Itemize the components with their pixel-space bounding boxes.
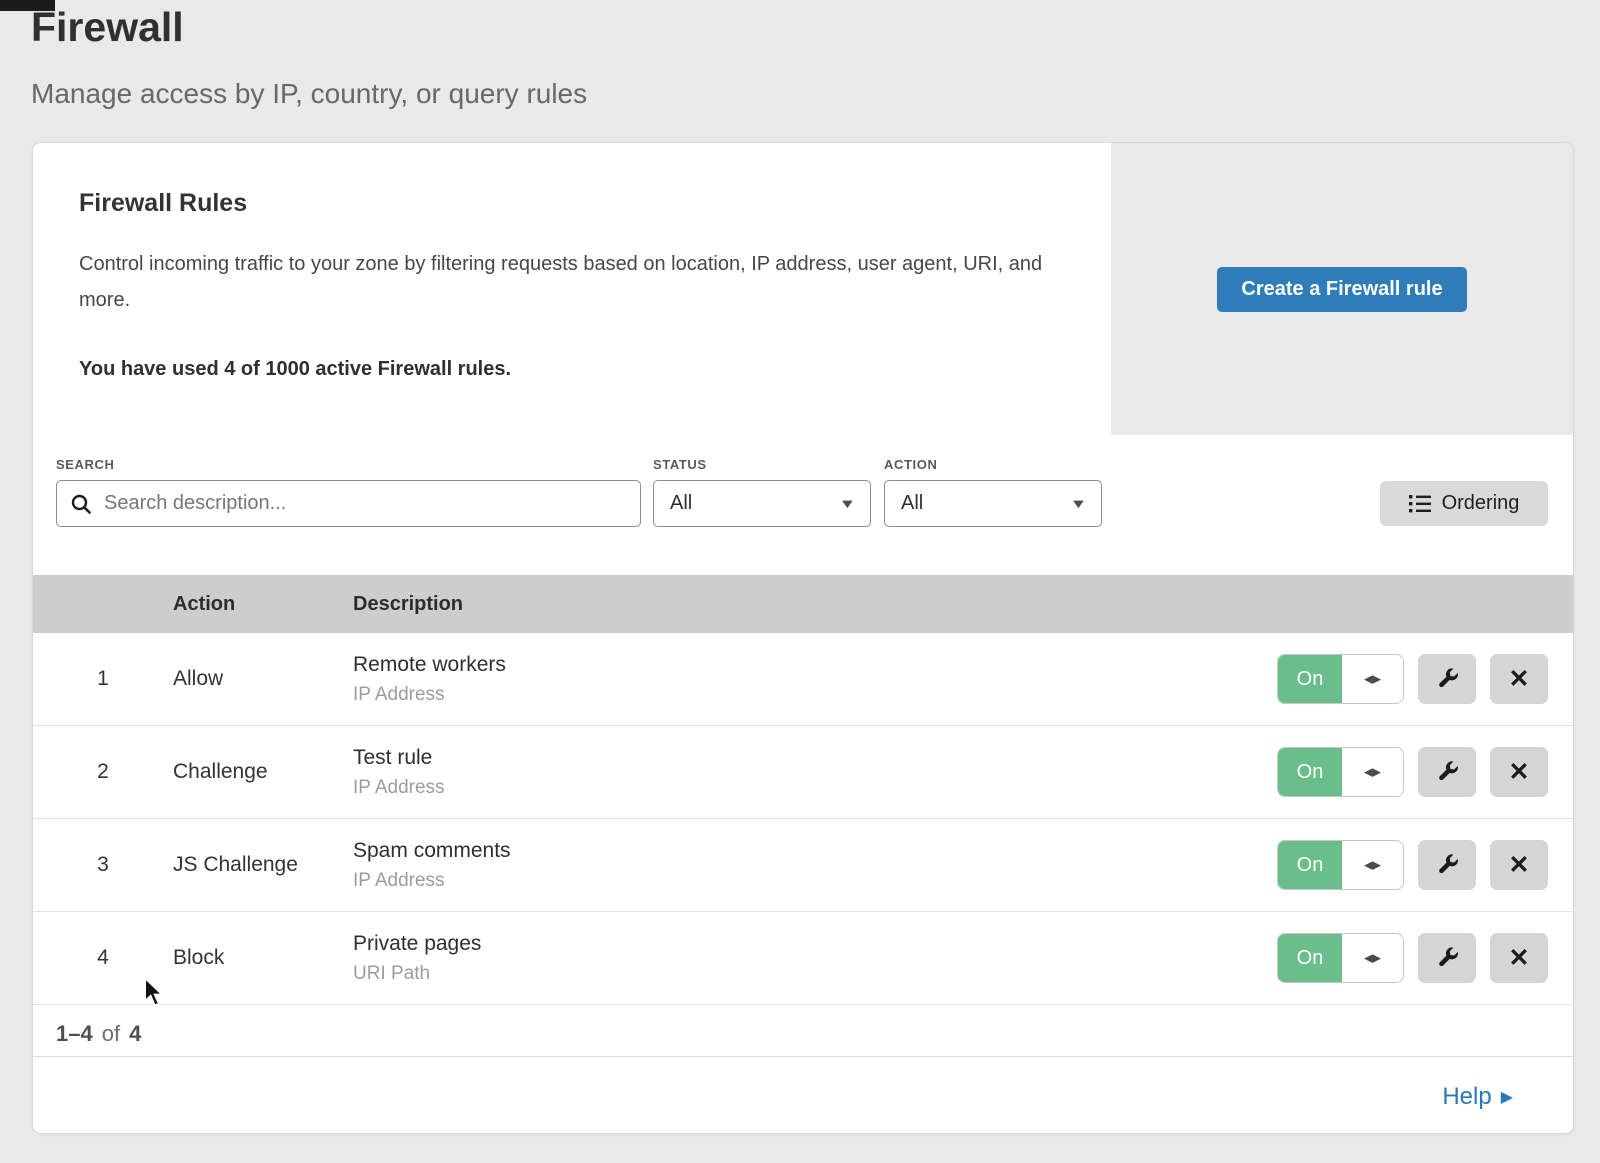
rule-enabled-toggle[interactable]: On ◂▸ [1277,654,1404,704]
rule-description: Remote workers [353,653,1277,677]
table-row: 4 Block Private pages URI Path On ◂▸ ✕ [33,912,1573,1005]
action-column-header: Action [173,593,353,616]
card-description: Control incoming traffic to your zone by… [79,246,1044,318]
rule-description: Private pages [353,932,1277,956]
rule-match-type: IP Address [353,870,1277,892]
rule-match-type: URI Path [353,963,1277,985]
status-select-value: All [670,492,692,515]
card-footer: Help ▶ [33,1056,1573,1133]
status-label: STATUS [653,457,707,472]
toggle-on-label[interactable]: On [1278,934,1342,982]
rule-controls: On ◂▸ ✕ [1277,840,1573,890]
close-icon: ✕ [1509,943,1530,973]
rule-description-cell: Test rule IP Address [353,746,1277,799]
close-icon: ✕ [1509,850,1530,880]
pagination: 1–4 of 4 [56,1012,141,1056]
action-select-value: All [901,492,923,515]
rule-priority: 3 [33,853,173,877]
table-row: 1 Allow Remote workers IP Address On ◂▸ … [33,633,1573,726]
rule-match-type: IP Address [353,684,1277,706]
card-side-panel: Create a Firewall rule [1111,143,1573,435]
card-top-section: Firewall Rules Control incoming traffic … [33,143,1573,435]
table-header: Action Description [33,575,1573,633]
rule-enabled-toggle[interactable]: On ◂▸ [1277,840,1404,890]
edit-rule-button[interactable] [1418,747,1476,797]
pagination-range: 1–4 [56,1021,93,1047]
wrench-icon [1436,668,1459,691]
close-icon: ✕ [1509,664,1530,694]
rule-action: Challenge [173,760,353,784]
wrench-icon [1436,761,1459,784]
delete-rule-button[interactable]: ✕ [1490,933,1548,983]
delete-rule-button[interactable]: ✕ [1490,747,1548,797]
search-icon [70,493,92,515]
rule-controls: On ◂▸ ✕ [1277,933,1573,983]
table-row: 2 Challenge Test rule IP Address On ◂▸ ✕ [33,726,1573,819]
search-input[interactable] [102,491,627,516]
table-row: 3 JS Challenge Spam comments IP Address … [33,819,1573,912]
wrench-icon [1436,854,1459,877]
rule-enabled-toggle[interactable]: On ◂▸ [1277,747,1404,797]
rule-description-cell: Remote workers IP Address [353,653,1277,706]
filters-bar: SEARCH STATUS ACTION All ▼ All ▼ [33,435,1573,575]
search-box[interactable] [56,480,641,527]
help-link-label: Help [1442,1083,1491,1111]
pagination-total: 4 [129,1021,141,1047]
chevron-down-icon: ▼ [839,496,857,511]
rule-controls: On ◂▸ ✕ [1277,747,1573,797]
page-subtitle: Manage access by IP, country, or query r… [31,78,587,110]
delete-rule-button[interactable]: ✕ [1490,840,1548,890]
edit-rule-button[interactable] [1418,654,1476,704]
toggle-arrows-icon[interactable]: ◂▸ [1342,841,1403,889]
rule-action: Allow [173,667,353,691]
rule-description-cell: Spam comments IP Address [353,839,1277,892]
rule-description: Spam comments [353,839,1277,863]
rule-description-cell: Private pages URI Path [353,932,1277,985]
card-heading: Firewall Rules [79,189,1079,218]
rule-action: Block [173,946,353,970]
rules-table-body: 1 Allow Remote workers IP Address On ◂▸ … [33,633,1573,1005]
toggle-on-label[interactable]: On [1278,655,1342,703]
toggle-on-label[interactable]: On [1278,748,1342,796]
status-select[interactable]: All ▼ [653,480,871,527]
edit-rule-button[interactable] [1418,933,1476,983]
pagination-of: of [102,1021,120,1047]
chevron-down-icon: ▼ [1070,496,1088,511]
action-label: ACTION [884,457,937,472]
ordered-list-icon [1409,494,1431,513]
firewall-rules-card: Firewall Rules Control incoming traffic … [33,143,1573,1133]
create-firewall-rule-button[interactable]: Create a Firewall rule [1217,267,1467,312]
arrow-right-icon: ▶ [1501,1087,1513,1107]
rule-priority: 4 [33,946,173,970]
description-column-header: Description [353,593,1573,616]
page-title: Firewall [31,4,184,51]
edit-rule-button[interactable] [1418,840,1476,890]
rule-action: JS Challenge [173,853,353,877]
delete-rule-button[interactable]: ✕ [1490,654,1548,704]
ordering-button[interactable]: Ordering [1380,481,1548,526]
rule-description: Test rule [353,746,1277,770]
search-label: SEARCH [56,457,115,472]
toggle-arrows-icon[interactable]: ◂▸ [1342,655,1403,703]
help-link[interactable]: Help ▶ [1442,1083,1513,1111]
rule-enabled-toggle[interactable]: On ◂▸ [1277,933,1404,983]
toggle-arrows-icon[interactable]: ◂▸ [1342,748,1403,796]
rule-priority: 2 [33,760,173,784]
rule-match-type: IP Address [353,777,1277,799]
rule-priority: 1 [33,667,173,691]
ordering-button-label: Ordering [1442,492,1520,515]
wrench-icon [1436,947,1459,970]
rule-controls: On ◂▸ ✕ [1277,654,1573,704]
toggle-on-label[interactable]: On [1278,841,1342,889]
action-select[interactable]: All ▼ [884,480,1102,527]
close-icon: ✕ [1509,757,1530,787]
toggle-arrows-icon[interactable]: ◂▸ [1342,934,1403,982]
rules-usage-text: You have used 4 of 1000 active Firewall … [79,358,1079,381]
